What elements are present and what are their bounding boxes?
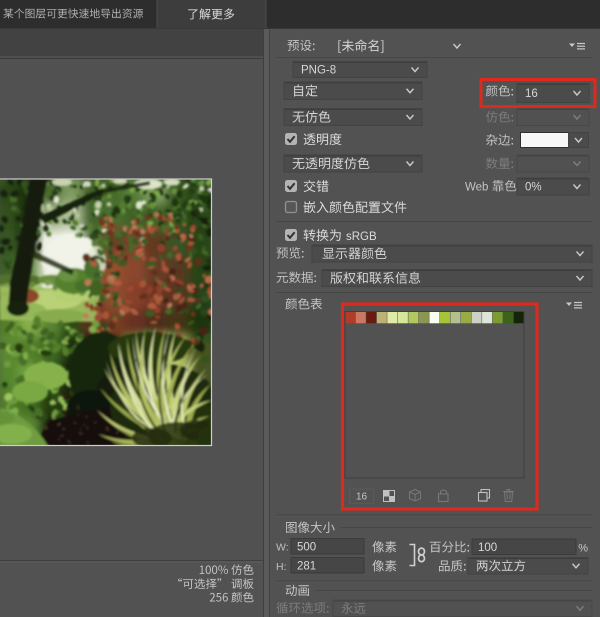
svg-text:%: % bbox=[578, 543, 588, 555]
svg-text:16: 16 bbox=[525, 88, 538, 100]
svg-text:0%: 0% bbox=[525, 182, 542, 194]
svg-text:500: 500 bbox=[297, 542, 316, 554]
svg-text:sRGB: sRGB bbox=[346, 231, 377, 243]
svg-text:Web: Web bbox=[465, 182, 488, 194]
svg-text:100: 100 bbox=[478, 542, 497, 554]
svg-text:16: 16 bbox=[356, 492, 368, 503]
svg-text:H:: H: bbox=[276, 561, 287, 573]
svg-text:PNG-8: PNG-8 bbox=[301, 65, 336, 77]
svg-text:W:: W: bbox=[276, 542, 289, 554]
svg-text:281: 281 bbox=[297, 561, 316, 573]
